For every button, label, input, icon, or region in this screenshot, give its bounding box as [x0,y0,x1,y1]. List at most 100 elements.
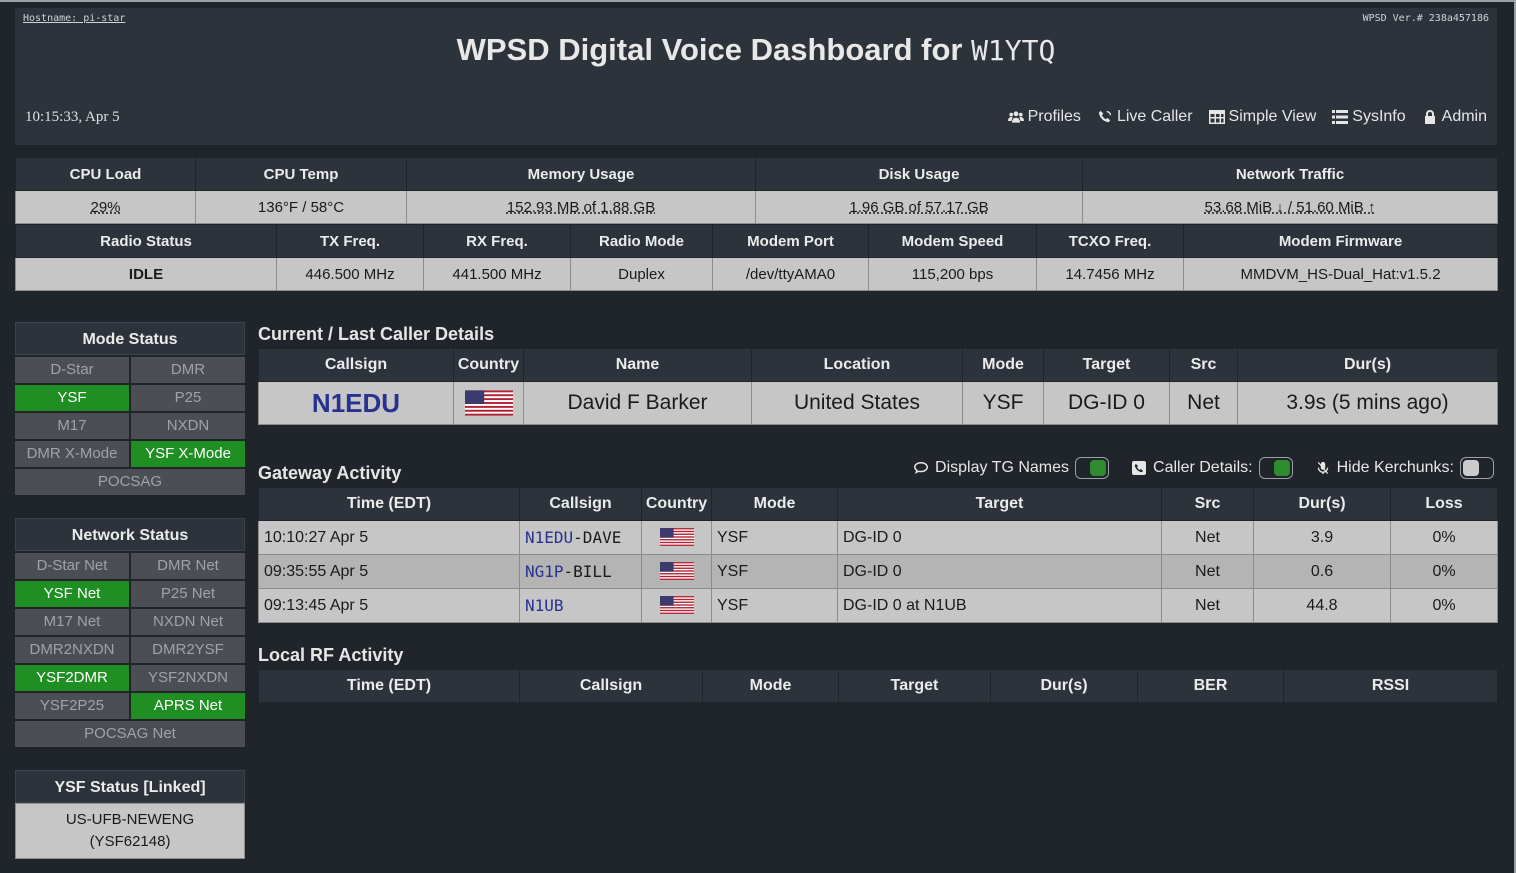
header-modem-port: Modem Port [712,224,869,258]
network-status-title: Network Status [15,518,245,551]
header-tcxo-freq: TCXO Freq. [1036,224,1184,258]
gw-time: 10:10:27 Apr 5 [258,520,520,555]
us-flag-icon [659,596,694,615]
gw-callsign-link[interactable]: N1UB [525,596,564,615]
mode-status-dmr-x-mode: DMR X-Mode [15,441,129,467]
cur-header-target: Target [1043,348,1170,382]
us-flag-icon [659,562,694,581]
gw-time: 09:35:55 Apr 5 [258,554,520,589]
mode-status-ysf-x-mode: YSF X-Mode [131,441,245,467]
nav-sysinfo[interactable]: SysInfo [1332,108,1406,126]
gw-header-mode: Mode [711,487,838,521]
display-tg-names-switch[interactable] [1075,457,1110,479]
rf-header-dur: Dur(s) [990,669,1138,703]
current-caller-table: Callsign Country Name Location Mode Targ… [258,348,1498,425]
gw-callsign-cell: N1UB [519,588,642,623]
network-status-panel: Network Status D-Star Net DMR Net YSF Net P… [15,518,245,747]
cpu-load-value[interactable]: 29% [15,190,196,224]
gw-header-src: Src [1161,487,1254,521]
network-status-p25-net: P25 Net [131,581,245,607]
mode-status-grid: D-Star DMR YSF P25 M17 NXDN DMR X-Mode YSF X-Mo… [15,355,245,495]
mode-status-p25: P25 [131,385,245,411]
gw-callsign-link[interactable]: NG1P [525,562,564,581]
cur-header-dur: Dur(s) [1237,348,1498,382]
network-status-dmr-net: DMR Net [131,553,245,579]
system-stats-table: CPU Load CPU Temp Memory Usage Disk Usag… [15,157,1498,224]
cur-header-country: Country [453,348,524,382]
gw-header-country: Country [641,487,712,521]
gw-mode: YSF [711,520,838,555]
gw-mode: YSF [711,588,838,623]
mode-status-dmr: DMR [131,357,245,383]
page-title: WPSD Digital Voice Dashboard for W1YTQ [15,32,1497,68]
nav-live-caller[interactable]: Live Caller [1097,108,1193,126]
network-status-aprs-net: APRS Net [131,693,245,719]
gw-loss: 0% [1390,588,1498,623]
gw-callsign-cell: N1EDU-DAVE [519,520,642,555]
network-status-ysf2nxdn: YSF2NXDN [131,665,245,691]
header-cpu-load: CPU Load [15,157,196,191]
rf-header-time: Time (EDT) [258,669,520,703]
cur-header-name: Name [523,348,752,382]
gw-country [641,520,712,555]
mic-off-icon [1317,461,1328,475]
mode-status-panel: Mode Status D-Star DMR YSF P25 M17 NXDN DMR X-… [15,322,245,495]
disk-usage-value[interactable]: 1.96 GB of 57.17 GB [755,190,1083,224]
header-rx-freq: RX Freq. [423,224,571,258]
toggle-caller-details-label: Caller Details: [1153,459,1253,476]
gw-loss: 0% [1390,520,1498,555]
title-prefix: WPSD Digital Voice Dashboard for [456,32,963,67]
nav-simple-view[interactable]: Simple View [1208,108,1316,126]
gw-src: Net [1161,588,1254,623]
header-radio-status: Radio Status [15,224,277,258]
toggle-display-tg-names: Display TG Names [913,457,1110,479]
network-status-d-star-net: D-Star Net [15,553,129,579]
lock-icon [1424,110,1435,124]
modem-port-value: /dev/ttyAMA0 [712,257,869,291]
mode-status-m17: M17 [15,413,129,439]
memory-usage-value[interactable]: 152.93 MB of 1.88 GB [406,190,756,224]
modem-speed-value: 115,200 bps [868,257,1037,291]
dashboard-header: Hostname: pi-star WPSD Ver.# 238a457186 … [15,8,1497,145]
header-tx-freq: TX Freq. [276,224,424,258]
nav-admin[interactable]: Admin [1422,108,1487,126]
gw-header-time: Time (EDT) [258,487,520,521]
rf-header-ber: BER [1137,669,1284,703]
cur-header-mode: Mode [962,348,1044,382]
network-status-pocsag-net: POCSAG Net [15,721,245,747]
gateway-activity-table: Time (EDT) Callsign Country Mode Target … [258,487,1498,623]
top-nav: Profiles Live Caller Simple View SysInfo… [1007,108,1487,126]
current-country-cell [453,381,524,425]
gw-callsign-link[interactable]: N1EDU [525,528,573,547]
current-src: Net [1169,381,1238,425]
nav-profiles[interactable]: Profiles [1007,108,1081,126]
gw-callsign-suffix: -BILL [563,561,612,581]
header-radio-mode: Radio Mode [570,224,713,258]
network-status-dmr2ysf: DMR2YSF [131,637,245,663]
clock-label: 10:15:33, Apr 5 [25,109,120,125]
gw-dur: 0.6 [1253,554,1391,589]
network-traffic-value[interactable]: 53.68 MiB ↓ / 51.60 MiB ↑ [1082,190,1498,224]
header-modem-speed: Modem Speed [868,224,1037,258]
hide-kerchunks-switch[interactable] [1460,457,1494,479]
network-status-dmr2nxdn: DMR2NXDN [15,637,129,663]
header-memory-usage: Memory Usage [406,157,756,191]
caller-details-switch[interactable] [1258,457,1293,479]
table-row: 09:13:45 Apr 5 N1UB YSF DG-ID 0 at N1UB … [258,588,1498,623]
station-callsign: W1YTQ [971,34,1056,67]
local-rf-table: Time (EDT) Callsign Mode Target Dur(s) B… [258,669,1498,703]
current-dur: 3.9s (5 mins ago) [1237,381,1498,425]
modem-firmware-value: MMDVM_HS-Dual_Hat:v1.5.2 [1183,257,1498,291]
nav-sysinfo-label: SysInfo [1352,108,1406,125]
current-callsign-link[interactable]: N1EDU [258,381,454,425]
cur-header-src: Src [1169,348,1238,382]
current-target: DG-ID 0 [1043,381,1170,425]
gw-src: Net [1161,554,1254,589]
us-flag-icon [464,390,513,416]
header-modem-firmware: Modem Firmware [1183,224,1498,258]
gw-header-dur: Dur(s) [1253,487,1391,521]
gw-dur: 44.8 [1253,588,1391,623]
rf-header-target: Target [838,669,991,703]
cpu-temp-value: 136°F / 58°C [195,190,407,224]
tx-freq-value: 446.500 MHz [276,257,424,291]
